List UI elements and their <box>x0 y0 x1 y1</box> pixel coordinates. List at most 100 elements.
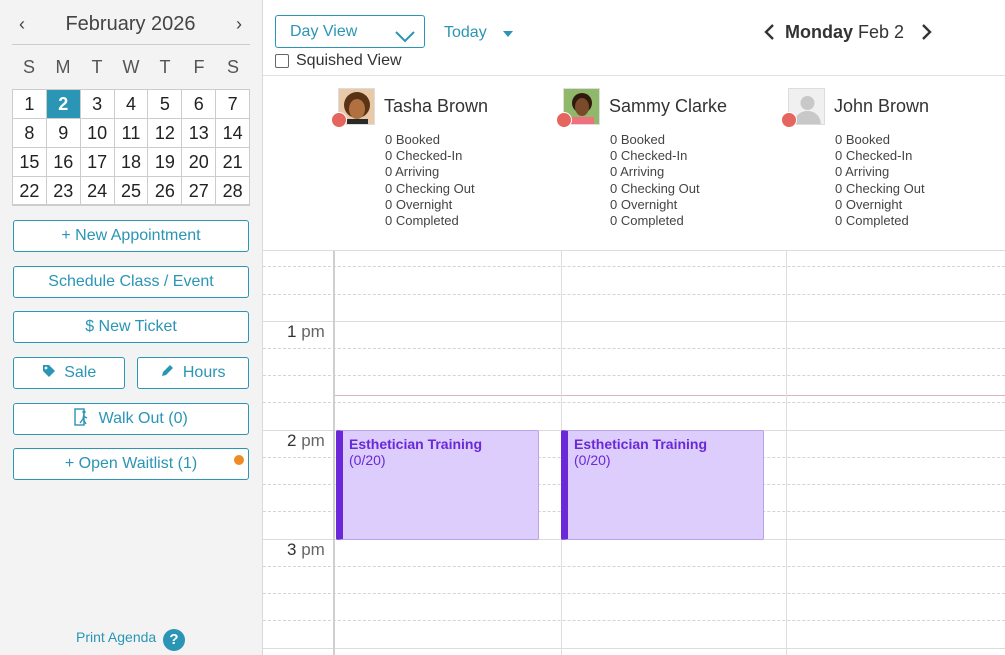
mini-calendar-month-title: February 2026 <box>65 13 196 35</box>
mini-calendar-header: ‹ February 2026 › <box>12 12 249 38</box>
squished-view-label: Squished View <box>296 52 402 69</box>
slot-line <box>263 266 1005 267</box>
stat-booked: 0 Booked <box>835 132 890 147</box>
calendar-day[interactable]: 17 <box>80 148 115 177</box>
walk-out-icon <box>74 408 94 427</box>
calendar-day[interactable]: 6 <box>182 90 217 119</box>
slot-line <box>263 593 1005 594</box>
new-appointment-button[interactable]: + New Appointment <box>13 220 249 252</box>
calendar-day[interactable]: 21 <box>216 148 251 177</box>
calendar-day[interactable]: 12 <box>148 119 183 148</box>
stat-checking-out: 0 Checking Out <box>835 180 925 196</box>
view-select-value: Day View <box>290 23 358 40</box>
calendar-day[interactable]: 23 <box>46 177 81 206</box>
calendar-day[interactable]: 7 <box>216 90 251 119</box>
schedule-class-button[interactable]: Schedule Class / Event <box>13 266 249 298</box>
calendar-day[interactable]: 14 <box>216 119 251 148</box>
appointment-capacity: (0/20) <box>349 452 386 468</box>
weekday-label: S <box>22 57 35 77</box>
calendar-day[interactable]: 2 <box>46 90 81 119</box>
calendar-day[interactable]: 16 <box>46 148 81 177</box>
next-day-button[interactable] <box>921 20 933 44</box>
squished-view-toggle[interactable]: Squished View <box>275 52 402 70</box>
view-select[interactable]: Day View <box>275 15 425 48</box>
stat-booked: 0 Booked <box>610 132 665 147</box>
calendar-day[interactable]: 11 <box>114 119 149 148</box>
sale-button[interactable]: Sale <box>13 357 125 389</box>
weekday-label: F <box>193 57 205 77</box>
calendar-day[interactable]: 15 <box>13 148 47 177</box>
calendar-day[interactable]: 27 <box>182 177 217 206</box>
print-agenda-link[interactable]: Print Agenda <box>76 629 156 645</box>
staff-stats: 0 Booked 0 Checked-In 0 Arriving 0 Check… <box>610 132 700 229</box>
mini-calendar-grid: 1 2 3 4 5 6 7 8 9 10 11 12 13 14 15 16 17 18 19 20 21 22 23 24 2… <box>12 89 251 206</box>
weekday-label: T <box>159 57 171 77</box>
time-label: 2 pm <box>287 431 325 451</box>
slot-line <box>263 620 1005 621</box>
schedule-grid[interactable]: 1 pm 2 pm 3 pm Esthetician Training (0/2… <box>263 251 1005 655</box>
caret-down-icon[interactable] <box>503 31 513 37</box>
calendar-day[interactable]: 3 <box>80 90 115 119</box>
sale-label: Sale <box>64 364 97 381</box>
calendar-day[interactable]: 1 <box>13 90 47 119</box>
stat-arriving: 0 Arriving <box>835 164 890 180</box>
appointment-title: Esthetician Training <box>349 436 483 452</box>
stat-booked: 0 Booked <box>385 132 440 147</box>
time-axis-line <box>333 251 335 655</box>
staff-header: Tasha Brown 0 Booked 0 Checked-In 0 Arri… <box>263 76 1005 251</box>
calendar-day[interactable]: 25 <box>114 177 149 206</box>
staff-name[interactable]: Sammy Clarke <box>609 96 727 117</box>
appointment-title: Esthetician Training <box>574 436 708 452</box>
slot-line <box>263 348 1005 349</box>
calendar-day[interactable]: 10 <box>80 119 115 148</box>
time-label-hour: 2 <box>287 431 297 450</box>
open-waitlist-button[interactable]: + Open Waitlist (1) <box>13 448 249 480</box>
appointment-block[interactable]: Esthetician Training (0/20) <box>336 430 539 540</box>
squished-view-checkbox[interactable] <box>275 54 289 68</box>
next-month-button[interactable]: › <box>229 12 249 38</box>
prev-month-button[interactable]: ‹ <box>12 12 32 38</box>
calendar-day[interactable]: 13 <box>182 119 217 148</box>
calendar-day[interactable]: 18 <box>114 148 149 177</box>
stat-arriving: 0 Arriving <box>610 164 665 180</box>
stat-overnight: 0 Overnight <box>385 196 453 212</box>
staff-name[interactable]: John Brown <box>834 96 929 117</box>
hours-button[interactable]: Hours <box>137 357 249 389</box>
stat-checked-in: 0 Checked-In <box>835 148 913 164</box>
today-button[interactable]: Today <box>444 24 487 42</box>
hour-line <box>263 648 1005 649</box>
calendar-day[interactable]: 4 <box>114 90 149 119</box>
help-icon[interactable]: ? <box>163 629 185 651</box>
time-label-suffix: pm <box>301 431 325 450</box>
walk-out-button[interactable]: Walk Out (0) <box>13 403 249 435</box>
calendar-day[interactable]: 24 <box>80 177 115 206</box>
calendar-day[interactable]: 9 <box>46 119 81 148</box>
staff-name[interactable]: Tasha Brown <box>384 96 488 117</box>
calendar-day[interactable]: 20 <box>182 148 217 177</box>
calendar-week-row: 8 9 10 11 12 13 14 <box>13 119 251 148</box>
time-label: 3 pm <box>287 540 325 560</box>
status-dot <box>556 112 572 128</box>
calendar-week-row: 1234567 <box>13 90 251 119</box>
calendar-day[interactable]: 26 <box>148 177 183 206</box>
divider <box>12 204 250 206</box>
appointment-capacity: (0/20) <box>574 452 611 468</box>
weekday-label: T <box>91 57 103 77</box>
new-ticket-button[interactable]: $ New Ticket <box>13 311 249 343</box>
calendar-day[interactable]: 28 <box>216 177 251 206</box>
calendar-day[interactable]: 8 <box>13 119 47 148</box>
calendar-day[interactable]: 5 <box>148 90 183 119</box>
staff-column-header: Sammy Clarke 0 Booked 0 Checked-In 0 Arr… <box>488 76 727 251</box>
prev-day-button[interactable] <box>763 20 775 44</box>
calendar-day[interactable]: 22 <box>13 177 47 206</box>
stat-checked-in: 0 Checked-In <box>385 148 463 164</box>
appointment-block[interactable]: Esthetician Training (0/20) <box>561 430 764 540</box>
staff-stats: 0 Booked 0 Checked-In 0 Arriving 0 Check… <box>385 132 475 229</box>
status-dot <box>781 112 797 128</box>
staff-column-header: John Brown 0 Booked 0 Checked-In 0 Arriv… <box>713 76 933 251</box>
tag-icon <box>42 364 60 381</box>
calendar-day[interactable]: 19 <box>148 148 183 177</box>
stat-completed: 0 Completed <box>385 213 459 229</box>
pencil-icon <box>160 364 178 381</box>
calendar-toolbar: Day View Today Squished View Monday Feb … <box>263 0 1005 76</box>
